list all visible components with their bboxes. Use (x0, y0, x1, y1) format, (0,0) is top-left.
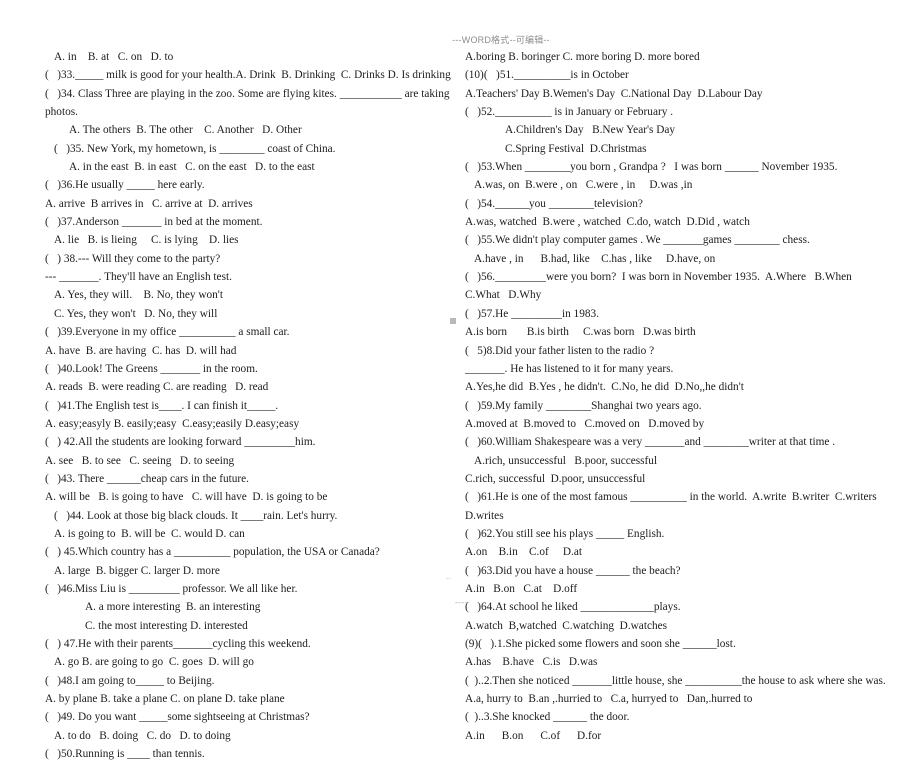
question-line: ( ) 42.All the students are looking forw… (45, 436, 316, 449)
question-line: ( )36.He usually _____ here early. (45, 179, 205, 192)
question-line: A. have B. are having C. has D. will had (45, 344, 237, 357)
question-line: A.on B.in C.of D.at (465, 546, 583, 559)
question-line: A.rich, unsuccessful B.poor, successful (474, 454, 658, 467)
question-line: A. large B. bigger C. larger D. more (54, 564, 220, 577)
question-line: A.Yes,he did B.Yes , he didn't. C.No, he… (465, 381, 744, 394)
question-line: ( )39.Everyone in my office __________ a… (45, 326, 290, 339)
question-line: A.in B.on C.of D.for (465, 729, 602, 742)
question-line: D.writes (465, 509, 504, 522)
question-line: A.watch B,watched C.watching D.watches (465, 619, 668, 632)
question-line: C.rich, successful D.poor, unsuccessful (465, 472, 646, 485)
question-line: A. will be B. is going to have C. will h… (45, 491, 328, 504)
question-line: ( )54.______you ________television? (465, 197, 643, 210)
question-line: ( )40.Look! The Greens _______ in the ro… (45, 362, 258, 375)
page-header-watermark: ---WORD格式--可编辑-- (452, 35, 550, 45)
question-line: A.in B.on C.at D.off (465, 582, 578, 595)
question-line: A. The others B. The other C. Another D.… (69, 124, 302, 137)
question-line: A. to do B. doing C. do D. to doing (54, 729, 231, 742)
question-line: ( ) 45.Which country has a __________ po… (45, 546, 380, 559)
question-line: ( )50.Running is ____ than tennis. (45, 748, 205, 761)
document-page: ---WORD格式--可编辑-- A. in B. at C. on D. to… (0, 0, 920, 760)
question-line: ( )52.__________ is in January or Februa… (465, 106, 674, 119)
question-line: ( )37.Anderson _______ in bed at the mom… (45, 216, 263, 229)
question-line: --- _______. They'll have an English tes… (45, 271, 232, 284)
question-line: ( )..3.She knocked ______ the door. (465, 711, 630, 724)
question-line: ( )48.I am going to_____ to Beijing. (45, 674, 215, 687)
question-line: ( )..2.Then she noticed _______little ho… (465, 674, 886, 687)
question-line: A. see B. to see C. seeing D. to seeing (45, 454, 235, 467)
question-line: C. Yes, they won't D. No, they will (54, 307, 218, 320)
question-line: ( )44. Look at those big black clouds. I… (54, 509, 338, 522)
question-line: ( )56._________were you born? I was born… (465, 271, 852, 284)
question-line: ( ) 47.He with their parents_______cycli… (45, 638, 311, 650)
question-line: ( )46.Miss Liu is _________ professor. W… (45, 582, 298, 595)
two-column-body: A. in B. at C. on D. to ( )33._____ milk … (0, 48, 920, 763)
question-line: A. reads B. were reading C. are reading … (45, 381, 269, 394)
question-line: A. is going to B. will be C. would D. ca… (54, 527, 245, 540)
question-line: A. go B. are going to go C. goes D. will… (54, 656, 254, 669)
question-line: A.boring B. boringer C. more boring D. m… (465, 51, 700, 63)
question-line: ( )60.William Shakespeare was a very ___… (465, 436, 836, 449)
question-line: A. a more interesting B. an interesting (85, 601, 261, 614)
question-line: A.was, on B.were , on C.were , in D.was … (474, 179, 693, 192)
question-line: ( )63.Did you have a house ______ the be… (465, 564, 681, 577)
question-line: ( )35. New York, my hometown, is _______… (54, 142, 336, 155)
question-line: ( )64.At school he liked _____________pl… (465, 601, 681, 614)
question-line: ( )61.He is one of the most famous _____… (465, 491, 877, 504)
question-line: ( )55.We didn't play computer games . We… (465, 234, 810, 247)
question-line: (9)( ).1.She picked some flowers and soo… (465, 638, 736, 650)
question-line: ( ) 38.--- Will they come to the party? (45, 252, 221, 265)
question-line: A.Teachers' Day B.Wemen's Day C.National… (465, 87, 763, 100)
question-line: ( 5)8.Did your father listen to the radi… (465, 344, 655, 357)
question-line: A. arrive B arrives in C. arrive at D. a… (45, 197, 253, 210)
question-line: A.was, watched B.were , watched C.do, wa… (465, 216, 750, 229)
right-column: A.boring B. boringer C. more boring D. m… (455, 48, 920, 745)
question-line: _______. He has listened to it for many … (465, 362, 674, 375)
question-line: A. lie B. is lieing C. is lying D. lies (54, 234, 239, 247)
question-line: A.is born B.is birth C.was born D.was bi… (465, 326, 696, 339)
question-line: A. in B. at C. on D. to (54, 51, 174, 63)
question-line: C.Spring Festival D.Christmas (505, 142, 647, 155)
question-line: C.What D.Why (465, 289, 542, 302)
question-line: A.have , in B.had, like C.has , like D.h… (474, 252, 716, 265)
question-line: A.has B.have C.is D.was (465, 656, 598, 669)
question-line: ( )53.When ________you born , Grandpa ? … (465, 161, 838, 174)
question-line: (10)( )51.__________is in October (465, 69, 629, 82)
question-line: A. by plane B. take a plane C. on plane … (45, 693, 285, 706)
question-line: ( )59.My family ________Shanghai two yea… (465, 399, 702, 412)
grey-square-marker-icon (450, 318, 456, 324)
question-line: ( )34. Class Three are playing in the zo… (45, 87, 450, 100)
question-line: A.moved at B.moved to C.moved on D.moved… (465, 417, 705, 430)
question-line: A.Children's Day B.New Year's Day (505, 124, 676, 137)
question-line: A. easy;easyly B. easily;easy C.easy;eas… (45, 417, 300, 430)
question-line: ( )49. Do you want _____some sightseeing… (45, 711, 310, 724)
question-line: A.a, hurry to B.an ,.hurried to C.a, hur… (465, 693, 753, 706)
footer-dash-artifact: ---- (455, 598, 468, 607)
question-line: A. Yes, they will. B. No, they won't (54, 289, 223, 302)
question-line: A. in the east B. in east C. on the east… (69, 161, 315, 174)
edge-speck-artifact: -- (446, 576, 451, 583)
question-line: ( )57.He _________in 1983. (465, 307, 599, 320)
question-line: ( )43. There ______cheap cars in the fut… (45, 472, 250, 485)
question-line: photos. (45, 106, 78, 119)
question-line: ( )41.The English test is____. I can fin… (45, 399, 279, 412)
question-line: C. the most interesting D. interested (85, 619, 248, 632)
question-line: ( )33._____ milk is good for your health… (45, 69, 451, 82)
question-line: ( )62.You still see his plays _____ Engl… (465, 527, 665, 540)
left-column: A. in B. at C. on D. to ( )33._____ milk … (0, 48, 455, 763)
